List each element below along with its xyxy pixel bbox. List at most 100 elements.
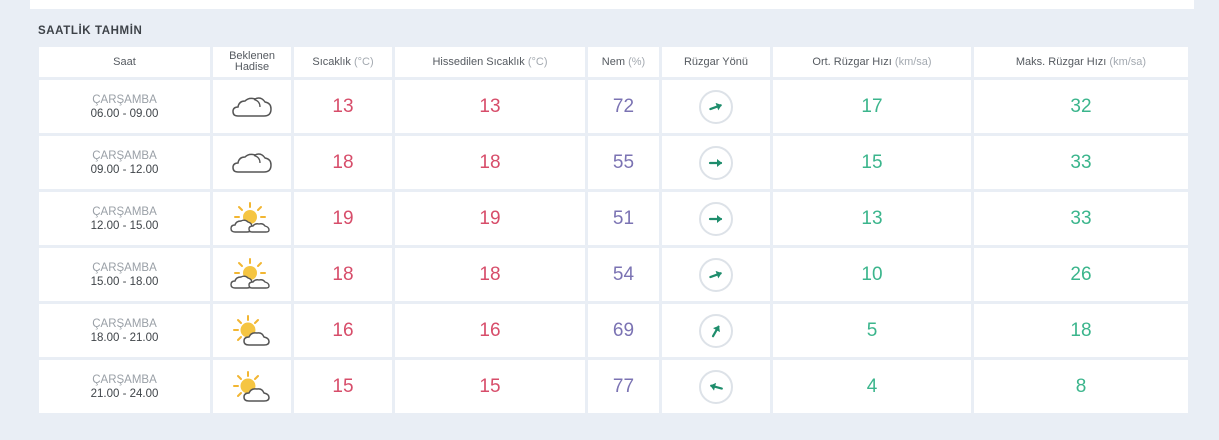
max-wind-cell: 33 — [974, 192, 1188, 245]
time-cell: ÇARŞAMBA 18.00 - 21.00 — [39, 304, 210, 357]
weather-cell — [213, 360, 291, 413]
weather-cell — [213, 80, 291, 133]
time-cell: ÇARŞAMBA 06.00 - 09.00 — [39, 80, 210, 133]
temperature-cell: 15 — [294, 360, 392, 413]
temperature-cell: 16 — [294, 304, 392, 357]
average-wind-value: 4 — [866, 375, 878, 397]
humidity-value: 77 — [612, 375, 635, 397]
day-label: ÇARŞAMBA — [92, 205, 157, 218]
table-row: ÇARŞAMBA 06.00 - 09.00 13 13 72 17 32 — [39, 80, 1188, 133]
time-range: 21.00 - 24.00 — [90, 387, 159, 400]
time-cell: ÇARŞAMBA 09.00 - 12.00 — [39, 136, 210, 189]
feels-like-value: 16 — [479, 319, 501, 341]
max-wind-cell: 26 — [974, 248, 1188, 301]
humidity-value: 54 — [612, 263, 635, 285]
humidity-cell: 51 — [588, 192, 659, 245]
temperature-cell: 19 — [294, 192, 392, 245]
temperature-cell: 18 — [294, 248, 392, 301]
average-wind-value: 15 — [861, 151, 883, 173]
temperature-value: 19 — [332, 207, 354, 229]
temperature-cell: 18 — [294, 136, 392, 189]
max-wind-cell: 33 — [974, 136, 1188, 189]
time-range: 06.00 - 09.00 — [90, 107, 159, 120]
max-wind-cell: 8 — [974, 360, 1188, 413]
average-wind-cell: 17 — [773, 80, 971, 133]
wind-direction-cell — [662, 80, 770, 133]
feels-like-value: 13 — [479, 95, 501, 117]
day-label: ÇARŞAMBA — [92, 317, 157, 330]
time-range: 12.00 - 15.00 — [90, 219, 159, 232]
time-cell: ÇARŞAMBA 12.00 - 15.00 — [39, 192, 210, 245]
feels-like-value: 19 — [479, 207, 501, 229]
table-row: ÇARŞAMBA 21.00 - 24.00 15 15 77 4 8 — [39, 360, 1188, 413]
table-header-row: Saat Beklenen Hadise Sıcaklık (°C) Hissed… — [39, 47, 1188, 77]
header-temperature: Sıcaklık (°C) — [294, 47, 392, 77]
humidity-cell: 77 — [588, 360, 659, 413]
average-wind-cell: 15 — [773, 136, 971, 189]
header-humidity: Nem (%) — [588, 47, 659, 77]
time-cell: ÇARŞAMBA 15.00 - 18.00 — [39, 248, 210, 301]
temperature-value: 13 — [332, 95, 354, 117]
wind-direction-cell — [662, 360, 770, 413]
sun-cloud-icon — [213, 257, 291, 292]
humidity-cell: 69 — [588, 304, 659, 357]
header-expected-event: Beklenen Hadise — [213, 47, 291, 77]
humidity-value: 72 — [612, 95, 635, 117]
feels-like-cell: 18 — [395, 136, 585, 189]
temperature-value: 18 — [332, 151, 354, 173]
temperature-value: 18 — [332, 263, 354, 285]
max-wind-cell: 18 — [974, 304, 1188, 357]
max-wind-value: 33 — [1070, 151, 1092, 173]
header-max-wind: Maks. Rüzgar Hızı (km/sa) — [974, 47, 1188, 77]
feels-like-value: 18 — [479, 263, 501, 285]
weather-cell — [213, 192, 291, 245]
max-wind-value: 32 — [1070, 95, 1092, 117]
feels-like-cell: 16 — [395, 304, 585, 357]
time-range: 18.00 - 21.00 — [90, 331, 159, 344]
header-average-wind: Ort. Rüzgar Hızı (km/sa) — [773, 47, 971, 77]
temperature-value: 15 — [332, 375, 354, 397]
average-wind-value: 5 — [866, 319, 878, 341]
weather-cell — [213, 304, 291, 357]
wind-direction-icon — [699, 89, 733, 124]
table-row: ÇARŞAMBA 12.00 - 15.00 19 19 51 13 33 — [39, 192, 1188, 245]
table-row: ÇARŞAMBA 18.00 - 21.00 16 16 69 5 18 — [39, 304, 1188, 357]
max-wind-value: 18 — [1070, 319, 1092, 341]
day-label: ÇARŞAMBA — [92, 93, 157, 106]
average-wind-cell: 10 — [773, 248, 971, 301]
humidity-cell: 72 — [588, 80, 659, 133]
weather-cell — [213, 136, 291, 189]
feels-like-cell: 15 — [395, 360, 585, 413]
wind-direction-icon — [699, 201, 733, 236]
cloud-icon — [213, 150, 291, 176]
day-label: ÇARŞAMBA — [92, 149, 157, 162]
sun-cloud-icon — [213, 201, 291, 236]
average-wind-cell: 4 — [773, 360, 971, 413]
average-wind-value: 13 — [861, 207, 883, 229]
wind-direction-cell — [662, 192, 770, 245]
humidity-value: 51 — [612, 207, 635, 229]
wind-direction-cell — [662, 248, 770, 301]
max-wind-value: 26 — [1070, 263, 1092, 285]
feels-like-cell: 13 — [395, 80, 585, 133]
partly-sunny-icon — [213, 314, 291, 348]
feels-like-cell: 19 — [395, 192, 585, 245]
temperature-value: 16 — [332, 319, 354, 341]
temperature-cell: 13 — [294, 80, 392, 133]
wind-direction-icon — [699, 257, 733, 292]
wind-direction-icon — [699, 369, 733, 404]
feels-like-cell: 18 — [395, 248, 585, 301]
weather-cell — [213, 248, 291, 301]
header-wind-direction: Rüzgar Yönü — [662, 47, 770, 77]
top-panel-edge — [30, 0, 1194, 9]
feels-like-value: 18 — [479, 151, 501, 173]
humidity-cell: 55 — [588, 136, 659, 189]
humidity-value: 55 — [612, 151, 635, 173]
day-label: ÇARŞAMBA — [92, 373, 157, 386]
wind-direction-cell — [662, 136, 770, 189]
day-label: ÇARŞAMBA — [92, 261, 157, 274]
feels-like-value: 15 — [479, 375, 501, 397]
time-cell: ÇARŞAMBA 21.00 - 24.00 — [39, 360, 210, 413]
humidity-cell: 54 — [588, 248, 659, 301]
wind-direction-icon — [699, 313, 733, 348]
